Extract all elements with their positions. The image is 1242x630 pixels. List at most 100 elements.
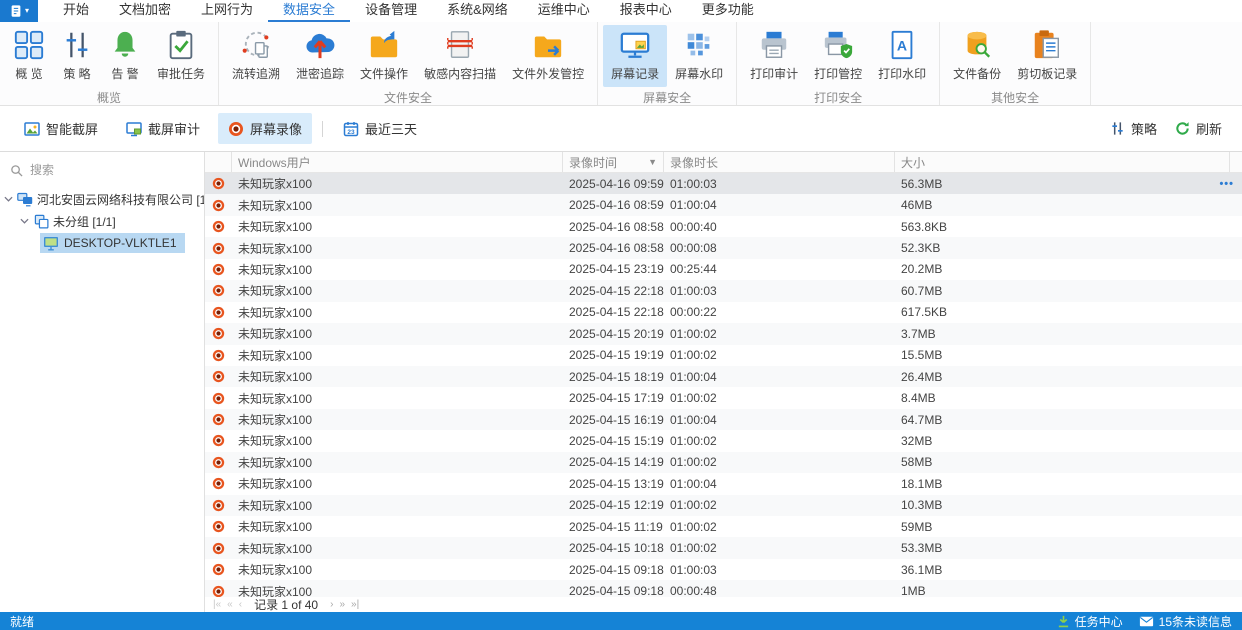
cell-user: 未知玩家x100 <box>238 584 313 597</box>
table-row[interactable]: 未知玩家x100 2025-04-15 23:19:01 00:25:44 20… <box>205 258 1242 281</box>
cell-size: 36.1MB <box>901 562 943 577</box>
header-windows-user[interactable]: Windows用户 <box>232 152 563 172</box>
pagination-label: 记录 1 of 40 <box>254 598 319 612</box>
cell-time: 2025-04-15 19:19:28 <box>569 348 664 363</box>
cell-time: 2025-04-15 18:19:24 <box>569 369 664 384</box>
cell-user: 未知玩家x100 <box>238 541 313 556</box>
tab-recent-three-days[interactable]: 23 最近三天 <box>333 113 427 144</box>
fast-next-icon[interactable]: » <box>339 599 345 610</box>
row-more-button[interactable]: ••• <box>1219 173 1234 194</box>
menu-item[interactable]: 数据安全 <box>268 0 351 22</box>
menu-item[interactable]: 运维中心 <box>523 0 605 22</box>
ribbon-item-file-backup[interactable]: 文件备份 <box>945 25 1009 87</box>
search-input[interactable] <box>30 163 180 177</box>
app-icon <box>11 5 21 17</box>
table-row[interactable]: 未知玩家x100 2025-04-15 11:19:01 01:00:02 59… <box>205 516 1242 538</box>
table-row[interactable]: 未知玩家x100 2025-04-15 22:18:57 01:00:03 60… <box>205 280 1242 302</box>
ribbon-group-overview: 概 览 策 略 告 警 审批任务 概览 <box>0 22 220 105</box>
menu-item[interactable]: 文档加密 <box>104 0 186 22</box>
divider <box>322 120 324 137</box>
ribbon-item-screen-watermark[interactable]: 屏幕水印 <box>667 25 731 87</box>
ribbon-item-policy[interactable]: 策 略 <box>53 25 101 87</box>
ribbon-item-file-outgoing-control[interactable]: 文件外发管控 <box>504 25 592 87</box>
cell-duration: 00:00:48 <box>670 584 717 597</box>
cell-size: 8.4MB <box>901 391 936 406</box>
tree-node-group[interactable]: 未分组 [1/1] <box>0 210 204 232</box>
task-center-button[interactable]: 任务中心 <box>1057 613 1123 630</box>
ribbon-group-label: 其他安全 <box>991 91 1040 105</box>
ribbon-item-alert[interactable]: 告 警 <box>101 25 149 87</box>
sort-caret-icon[interactable]: ▼ <box>648 157 657 167</box>
refresh-button[interactable]: 刷新 <box>1169 113 1228 144</box>
table-row[interactable]: 未知玩家x100 2025-04-16 08:59:21 01:00:04 46… <box>205 194 1242 216</box>
cell-time: 2025-04-16 08:58:41 <box>569 219 664 234</box>
main-panel: Windows用户 录像时间 ▼ 录像时长 大小 未知玩家x100 2025-04… <box>205 152 1242 612</box>
record-icon <box>205 542 232 555</box>
tab-capture-audit[interactable]: 截屏审计 <box>116 113 210 144</box>
menu-item[interactable]: 系统&网络 <box>432 0 523 22</box>
table-row[interactable]: 未知玩家x100 2025-04-15 20:19:31 01:00:02 3.… <box>205 323 1242 345</box>
header-size[interactable]: 大小 <box>895 152 1230 172</box>
menu-item[interactable]: 更多功能 <box>687 0 769 22</box>
table-row[interactable]: 未知玩家x100 2025-04-15 19:19:28 01:00:02 15… <box>205 344 1242 366</box>
ribbon-item-sensitive-scan[interactable]: 敏感内容扫描 <box>416 25 504 87</box>
ribbon-item-print-control[interactable]: 打印管控 <box>806 25 870 87</box>
table-row[interactable]: 未知玩家x100 2025-04-15 13:19:06 01:00:04 18… <box>205 473 1242 495</box>
ribbon-item-approval-tasks[interactable]: 审批任务 <box>149 25 213 87</box>
search-box[interactable] <box>0 158 204 182</box>
last-page-icon[interactable]: »| <box>351 599 359 610</box>
table-row[interactable]: 未知玩家x100 2025-04-15 09:18:06 00:00:48 1M… <box>205 580 1242 597</box>
menu-item[interactable]: 报表中心 <box>605 0 687 22</box>
first-page-icon[interactable]: |« <box>213 599 221 610</box>
menu-item[interactable]: 开始 <box>48 0 104 22</box>
policy-button[interactable]: 策略 <box>1104 113 1163 144</box>
app-menu-button[interactable]: ▾ <box>0 0 38 22</box>
ribbon-item-print-audit[interactable]: 打印审计 <box>742 25 806 87</box>
record-icon <box>205 477 232 490</box>
ribbon-item-print-watermark[interactable]: A 打印水印 <box>870 25 934 87</box>
record-icon <box>205 242 232 255</box>
table-row[interactable]: 未知玩家x100 2025-04-15 09:18:55 01:00:03 36… <box>205 558 1242 581</box>
recordings-table: Windows用户 录像时间 ▼ 录像时长 大小 未知玩家x100 2025-04… <box>205 152 1242 597</box>
tree-node-selected[interactable]: DESKTOP-VLKTLE1 <box>40 233 185 253</box>
table-row[interactable]: 未知玩家x100 2025-04-16 09:59:26 01:00:03 56… <box>205 173 1242 195</box>
table-row[interactable]: 未知玩家x100 2025-04-16 08:58:41 00:00:40 56… <box>205 215 1242 238</box>
cell-duration: 01:00:02 <box>670 519 717 534</box>
prev-page-icon[interactable]: ‹ <box>239 599 242 610</box>
table-row[interactable]: 未知玩家x100 2025-04-15 14:19:11 01:00:02 58… <box>205 451 1242 474</box>
company-network-icon <box>17 192 33 207</box>
ribbon-item-circulation-trace[interactable]: 流转追溯 <box>224 25 288 87</box>
cell-duration: 01:00:02 <box>670 391 717 406</box>
table-row[interactable]: 未知玩家x100 2025-04-15 18:19:24 01:00:04 26… <box>205 365 1242 388</box>
chevron-down-icon[interactable] <box>4 196 13 202</box>
table-row[interactable]: 未知玩家x100 2025-04-15 15:19:14 01:00:02 32… <box>205 430 1242 452</box>
table-row[interactable]: 未知玩家x100 2025-04-16 08:58:32 00:00:08 52… <box>205 237 1242 259</box>
table-row[interactable]: 未知玩家x100 2025-04-15 10:18:58 01:00:02 53… <box>205 537 1242 559</box>
next-page-icon[interactable]: › <box>330 599 333 610</box>
cell-duration: 01:00:04 <box>670 369 717 384</box>
header-record-duration[interactable]: 录像时长 <box>664 152 895 172</box>
tree-node-device[interactable]: DESKTOP-VLKTLE1 <box>0 232 204 254</box>
chevron-down-icon[interactable] <box>18 218 30 224</box>
fast-prev-icon[interactable]: « <box>227 599 233 610</box>
tab-smart-capture[interactable]: 智能截屏 <box>14 113 108 144</box>
cell-user: 未知玩家x100 <box>238 262 313 277</box>
tab-screen-record[interactable]: 屏幕录像 <box>218 113 313 144</box>
ribbon-item-leak-tracking[interactable]: 泄密追踪 <box>288 25 352 87</box>
sliders-icon <box>1112 122 1123 135</box>
menu-item[interactable]: 上网行为 <box>186 0 268 22</box>
ribbon-item-screen-record[interactable]: 屏幕记录 <box>603 25 668 87</box>
ribbon-item-overview[interactable]: 概 览 <box>5 25 53 87</box>
ribbon-item-clipboard-record[interactable]: 剪切板记录 <box>1009 25 1085 87</box>
table-row[interactable]: 未知玩家x100 2025-04-15 22:18:33 00:00:22 61… <box>205 301 1242 324</box>
table-row[interactable]: 未知玩家x100 2025-04-15 17:19:22 01:00:02 8.… <box>205 387 1242 409</box>
menu-item[interactable]: 设备管理 <box>350 0 432 22</box>
messages-button[interactable]: 15条未读信息 <box>1139 613 1232 630</box>
cell-duration: 00:00:40 <box>670 219 717 234</box>
tree-node-company[interactable]: 河北安固云网络科技有限公司 [1/1] <box>0 188 204 210</box>
header-record-time[interactable]: 录像时间 ▼ <box>563 152 664 172</box>
ribbon-item-file-operation[interactable]: 文件操作 <box>352 25 416 87</box>
record-icon <box>205 327 232 340</box>
table-row[interactable]: 未知玩家x100 2025-04-15 12:19:03 01:00:02 10… <box>205 494 1242 516</box>
table-row[interactable]: 未知玩家x100 2025-04-15 16:19:16 01:00:04 64… <box>205 408 1242 431</box>
